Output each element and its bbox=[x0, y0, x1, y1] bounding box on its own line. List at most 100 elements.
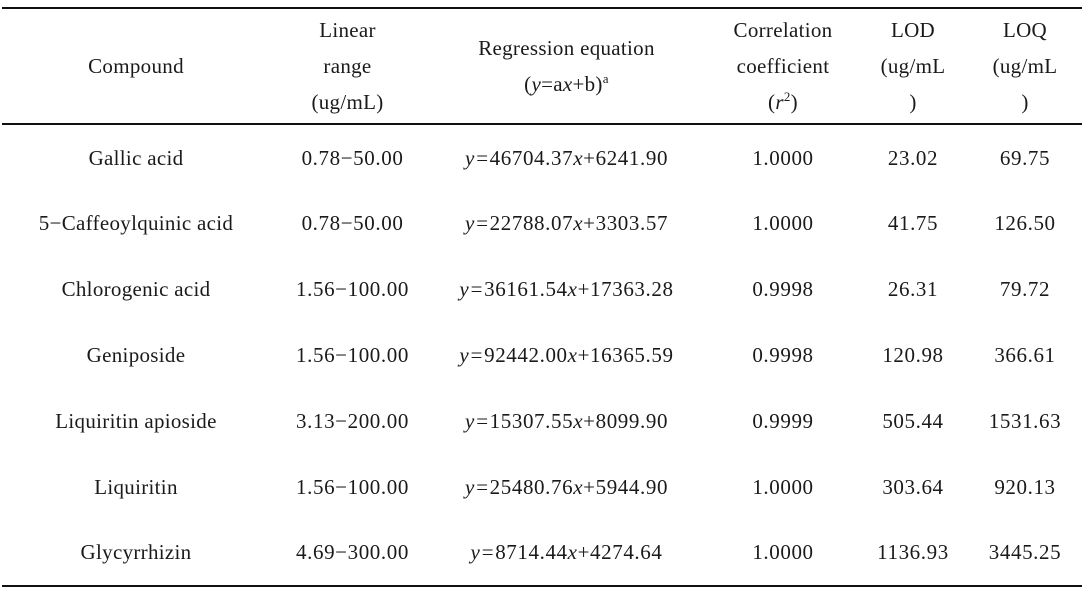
lod-value: 23.02 bbox=[887, 146, 939, 170]
regression-equation: y=25480.76x+5944.90 bbox=[444, 471, 689, 504]
cell-correlation: 1.0000 bbox=[708, 190, 858, 256]
compound-name: Geniposide bbox=[86, 342, 186, 367]
cell-compound: Liquiritin bbox=[2, 454, 270, 520]
table-row: Gallic acid 0.78−50.00 y=46704.37x+6241.… bbox=[2, 124, 1082, 190]
cell-regression-equation: y=92442.00x+16365.59 bbox=[425, 322, 708, 388]
equation-intercept: 6241.90 bbox=[595, 146, 669, 170]
cell-linear-range: 0.78−50.00 bbox=[270, 124, 425, 190]
compound-name: Liquiritin apioside bbox=[55, 408, 217, 433]
compound-name: Liquiritin bbox=[94, 474, 178, 499]
cell-loq: 79.72 bbox=[968, 256, 1082, 322]
header-regression-formula: (y=ax+b)a bbox=[524, 72, 609, 96]
linear-range-value: 1.56−100.00 bbox=[296, 474, 409, 499]
variable-y: y bbox=[531, 72, 542, 96]
cell-loq: 1531.63 bbox=[968, 388, 1082, 454]
linear-range-value: 3.13−200.00 bbox=[296, 408, 409, 433]
loq-value: 79.72 bbox=[999, 276, 1051, 301]
linear-range-value: 1.56−100.00 bbox=[296, 342, 409, 367]
regression-equation: y=36161.54x+17363.28 bbox=[444, 273, 689, 306]
equation-slope: 22788.07 bbox=[489, 210, 574, 235]
equation-slope: 46704.37 bbox=[489, 146, 574, 170]
equation-plus: + bbox=[577, 540, 591, 564]
cell-regression-equation: y=22788.07x+3303.57 bbox=[425, 190, 708, 256]
equation-plus: + bbox=[583, 210, 596, 235]
equation-y: y= bbox=[470, 540, 496, 564]
loq-value: 366.61 bbox=[994, 342, 1056, 367]
compound-name: Chlorogenic acid bbox=[61, 276, 211, 301]
cell-linear-range: 1.56−100.00 bbox=[270, 454, 425, 520]
cell-regression-equation: y=36161.54x+17363.28 bbox=[425, 256, 708, 322]
table-body: Gallic acid 0.78−50.00 y=46704.37x+6241.… bbox=[2, 124, 1082, 586]
formula-mid: =a bbox=[541, 72, 563, 96]
table-row: Geniposide 1.56−100.00 y=92442.00x+16365… bbox=[2, 322, 1082, 388]
cell-compound: Gallic acid bbox=[2, 124, 270, 190]
regression-equation: y=15307.55x+8099.90 bbox=[444, 405, 689, 438]
compound-name: Gallic acid bbox=[88, 146, 184, 170]
equation-slope: 25480.76 bbox=[489, 474, 574, 499]
header-loq-line1: LOQ bbox=[1002, 18, 1048, 42]
table-row: Liquiritin 1.56−100.00 y=25480.76x+5944.… bbox=[2, 454, 1082, 520]
equation-intercept: 3303.57 bbox=[595, 210, 669, 235]
loq-value: 1531.63 bbox=[988, 408, 1062, 433]
header-linear-range-line3: (ug/mL) bbox=[311, 90, 384, 114]
cell-compound: Glycyrrhizin bbox=[2, 520, 270, 586]
lod-value: 120.98 bbox=[882, 342, 944, 367]
equation-intercept: 8099.90 bbox=[595, 408, 669, 433]
equation-y: y= bbox=[464, 474, 490, 499]
calibration-table: Compound Linear range (ug/mL) Regression… bbox=[2, 7, 1082, 587]
header-loq-line2: (ug/mL bbox=[992, 54, 1058, 78]
lod-value: 303.64 bbox=[882, 474, 944, 499]
cell-correlation: 0.9998 bbox=[708, 256, 858, 322]
lod-value: 505.44 bbox=[882, 408, 944, 433]
header-lod-line1: LOD bbox=[890, 18, 936, 42]
cell-linear-range: 1.56−100.00 bbox=[270, 322, 425, 388]
correlation-value: 0.9998 bbox=[752, 276, 814, 301]
cell-linear-range: 4.69−300.00 bbox=[270, 520, 425, 586]
formula-end: +b) bbox=[572, 72, 603, 96]
equation-intercept: 17363.28 bbox=[590, 276, 674, 301]
equation-y: y= bbox=[464, 146, 490, 170]
cell-linear-range: 3.13−200.00 bbox=[270, 388, 425, 454]
cell-correlation: 0.9998 bbox=[708, 322, 858, 388]
cell-correlation: 0.9999 bbox=[708, 388, 858, 454]
header-linear-range: Linear range (ug/mL) bbox=[270, 8, 425, 124]
cell-loq: 126.50 bbox=[968, 190, 1082, 256]
cell-loq: 920.13 bbox=[968, 454, 1082, 520]
header-lod: LOD (ug/mL ) bbox=[858, 8, 968, 124]
regression-equation: y=92442.00x+16365.59 bbox=[444, 339, 689, 372]
equation-x: x bbox=[573, 210, 584, 235]
cell-lod: 505.44 bbox=[858, 388, 968, 454]
header-linear-range-line1: Linear bbox=[319, 18, 376, 42]
header-linear-range-line2: range bbox=[323, 54, 372, 78]
linear-range-value: 4.69−300.00 bbox=[296, 540, 409, 564]
header-correlation-line2: coefficient bbox=[736, 54, 830, 78]
cell-compound: Geniposide bbox=[2, 322, 270, 388]
cell-loq: 366.61 bbox=[968, 322, 1082, 388]
table-row: Liquiritin apioside 3.13−200.00 y=15307.… bbox=[2, 388, 1082, 454]
cell-regression-equation: y=8714.44x+4274.64 bbox=[425, 520, 708, 586]
cell-lod: 120.98 bbox=[858, 322, 968, 388]
cell-lod: 26.31 bbox=[858, 256, 968, 322]
table-row: Glycyrrhizin 4.69−300.00 y=8714.44x+4274… bbox=[2, 520, 1082, 586]
linear-range-value: 1.56−100.00 bbox=[296, 276, 409, 301]
correlation-value: 1.0000 bbox=[752, 474, 814, 499]
cell-correlation: 1.0000 bbox=[708, 520, 858, 586]
lod-value: 41.75 bbox=[887, 210, 939, 235]
linear-range-value: 0.78−50.00 bbox=[301, 146, 404, 170]
cell-lod: 303.64 bbox=[858, 454, 968, 520]
lod-value: 26.31 bbox=[887, 276, 939, 301]
header-compound-label: Compound bbox=[88, 54, 184, 78]
header-lod-line3: ) bbox=[909, 90, 917, 114]
loq-value: 3445.25 bbox=[988, 540, 1062, 564]
equation-intercept: 4274.64 bbox=[590, 540, 663, 564]
exponent: 2 bbox=[783, 89, 791, 104]
paren-close: ) bbox=[790, 90, 798, 114]
cell-loq: 3445.25 bbox=[968, 520, 1082, 586]
equation-intercept: 5944.90 bbox=[595, 474, 669, 499]
table-row: Chlorogenic acid 1.56−100.00 y=36161.54x… bbox=[2, 256, 1082, 322]
cell-compound: Liquiritin apioside bbox=[2, 388, 270, 454]
equation-slope: 36161.54 bbox=[484, 276, 568, 301]
equation-x: x bbox=[567, 540, 578, 564]
correlation-value: 0.9998 bbox=[752, 342, 814, 367]
cell-loq: 69.75 bbox=[968, 124, 1082, 190]
